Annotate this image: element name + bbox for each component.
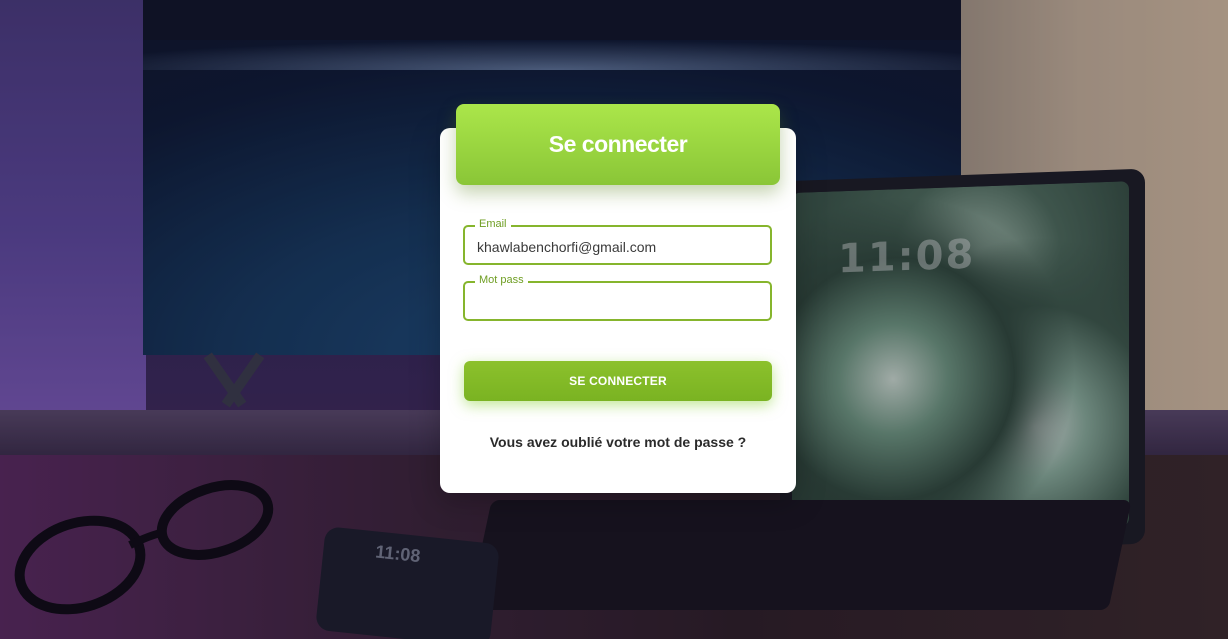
login-card-header: Se connecter: [456, 104, 780, 185]
email-field[interactable]: Email: [463, 217, 772, 265]
login-title: Se connecter: [548, 131, 688, 157]
password-input[interactable]: [465, 283, 770, 319]
forgot-password-link[interactable]: Vous avez oublié votre mot de passe ?: [440, 434, 796, 450]
password-field[interactable]: Mot pass: [463, 273, 772, 321]
email-input[interactable]: [465, 227, 770, 263]
login-button[interactable]: SE CONNECTER: [464, 361, 772, 401]
